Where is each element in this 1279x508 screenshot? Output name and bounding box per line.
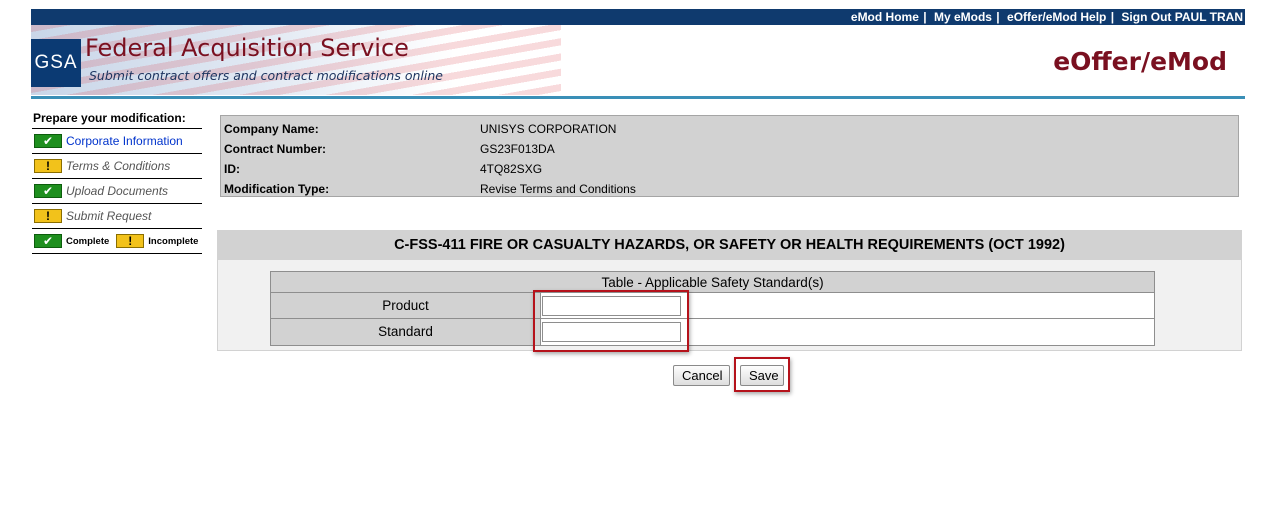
check-icon: ✔: [34, 134, 62, 148]
info-row-modification-type: Modification Type: Revise Terms and Cond…: [224, 179, 1238, 199]
sidebar-item-submit-request: ! Submit Request: [32, 204, 202, 229]
save-button[interactable]: Save: [740, 365, 784, 386]
exclamation-icon: !: [34, 209, 62, 223]
header-divider: [31, 96, 1245, 99]
info-row-company: Company Name: UNISYS CORPORATION: [224, 119, 1238, 139]
progress-sidebar: Prepare your modification: ✔ Corporate I…: [32, 108, 202, 254]
info-value: GS23F013DA: [480, 142, 555, 156]
legend-complete: Complete: [66, 235, 110, 247]
sidebar-item-label[interactable]: Corporate Information: [66, 134, 183, 148]
info-label: Modification Type:: [224, 182, 330, 196]
sidebar-item-corporate-information[interactable]: ✔ Corporate Information: [32, 129, 202, 154]
gsa-logo: GSA: [31, 39, 81, 87]
product-label: Product: [271, 293, 541, 318]
clause-panel: C-FSS-411 FIRE OR CASUALTY HAZARDS, OR S…: [217, 230, 1242, 351]
top-nav-bar: eMod Home | My eMods | eOffer/eMod Help …: [31, 9, 1245, 25]
info-value: Revise Terms and Conditions: [480, 182, 636, 196]
table-row-standard: Standard: [271, 319, 1154, 345]
info-label: ID:: [224, 162, 240, 176]
my-emods-link[interactable]: My eMods: [934, 10, 992, 24]
info-row-contract: Contract Number: GS23F013DA: [224, 139, 1238, 159]
info-row-id: ID: 4TQ82SXG: [224, 159, 1238, 179]
sidebar-item-label: Terms & Conditions: [66, 159, 171, 173]
standard-input[interactable]: [542, 322, 681, 342]
table-caption: Table - Applicable Safety Standard(s): [271, 272, 1154, 293]
sidebar-item-upload-documents: ✔ Upload Documents: [32, 179, 202, 204]
sign-out-link[interactable]: Sign Out PAUL TRAN: [1121, 10, 1243, 24]
help-link[interactable]: eOffer/eMod Help: [1007, 10, 1106, 24]
brand-logo: eOffer/eMod: [1053, 47, 1227, 76]
check-icon: ✔: [34, 184, 62, 198]
user-name: PAUL TRAN: [1174, 10, 1243, 24]
table-row-product: Product: [271, 293, 1154, 319]
sidebar-item-terms-conditions: ! Terms & Conditions: [32, 154, 202, 179]
site-subtitle: Submit contract offers and contract modi…: [89, 68, 443, 83]
info-value: 4TQ82SXG: [480, 162, 543, 176]
clause-heading: C-FSS-411 FIRE OR CASUALTY HAZARDS, OR S…: [218, 231, 1241, 260]
emod-home-link[interactable]: eMod Home: [851, 10, 919, 24]
info-value: UNISYS CORPORATION: [480, 122, 617, 136]
standard-label: Standard: [271, 319, 541, 345]
safety-standards-table: Table - Applicable Safety Standard(s) Pr…: [270, 271, 1155, 346]
sidebar-item-label: Submit Request: [66, 209, 152, 223]
info-label: Contract Number:: [224, 142, 327, 156]
exclamation-icon: !: [116, 234, 145, 248]
site-header: GSA Federal Acquisition Service Submit c…: [31, 25, 1245, 95]
check-icon: ✔: [34, 234, 62, 248]
exclamation-icon: !: [34, 159, 62, 173]
contract-info-box: Company Name: UNISYS CORPORATION Contrac…: [220, 115, 1239, 197]
cancel-button[interactable]: Cancel: [673, 365, 730, 386]
status-legend: ✔ Complete ! Incomplete: [32, 229, 202, 254]
info-label: Company Name:: [224, 122, 319, 136]
site-title: Federal Acquisition Service: [85, 34, 409, 62]
sidebar-item-label: Upload Documents: [66, 184, 169, 198]
sidebar-title: Prepare your modification:: [32, 108, 202, 129]
product-input[interactable]: [542, 296, 681, 316]
legend-incomplete: Incomplete: [148, 235, 199, 247]
